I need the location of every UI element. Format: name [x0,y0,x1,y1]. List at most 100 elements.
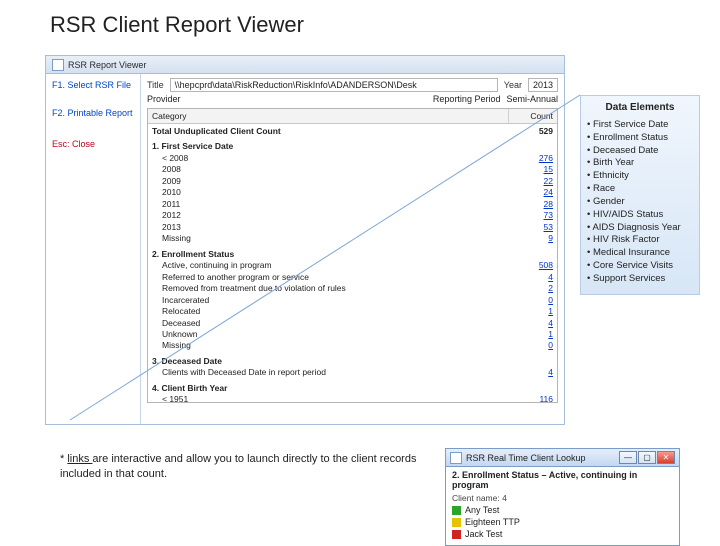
grid-category: Incarcerated [152,295,509,306]
grid-category: < 1951 [152,394,509,403]
grid-count-link [509,249,553,260]
grid-count-link[interactable]: 1 [509,306,553,317]
grid-count-link[interactable]: 508 [509,260,553,271]
data-element-item: HIV/AIDS Status [587,209,693,222]
data-element-item: Gender [587,196,693,209]
grid-category: Relocated [152,306,509,317]
grid-category: Missing [152,340,509,351]
grid-count-link[interactable]: 276 [509,153,553,164]
lookup-window-title: RSR Real Time Client Lookup [466,453,586,463]
year-label: Year [504,80,522,90]
client-row[interactable]: Jack Test [452,529,673,539]
client-row[interactable]: Eighteen TTP [452,517,673,527]
grid-category: 4. Client Birth Year [152,383,509,394]
grid-count-link[interactable]: 4 [509,367,553,378]
sidebar-printable-report[interactable]: F2. Printable Report [52,108,134,120]
period-label: Reporting Period [433,94,501,104]
grid-count-link[interactable]: 0 [509,295,553,306]
grid-count-link[interactable]: 0 [509,340,553,351]
client-row[interactable]: Any Test [452,505,673,515]
grid-count-link[interactable]: 4 [509,318,553,329]
grid-category: 2009 [152,176,509,187]
data-element-item: Core Service Visits [587,260,693,273]
grid-category: Removed from treatment due to violation … [152,283,509,294]
grid-category: 2011 [152,199,509,210]
client-name: Any Test [465,505,499,515]
grid-count-link[interactable]: 4 [509,272,553,283]
data-element-item: HIV Risk Factor [587,234,693,247]
data-elements-panel: Data Elements First Service DateEnrollme… [580,95,700,295]
sidebar-select-file[interactable]: F1. Select RSR File [52,80,134,92]
grid-count-link[interactable]: 53 [509,222,553,233]
grid-category: Total Unduplicated Client Count [152,126,509,137]
data-element-item: Support Services [587,273,693,286]
grid-category: < 2008 [152,153,509,164]
grid-count-link[interactable]: 73 [509,210,553,221]
footnote-link-word: links [67,453,92,465]
title-label: Title [147,80,164,90]
close-button[interactable]: ✕ [657,451,675,464]
maximize-button[interactable]: ▢ [638,451,656,464]
grid-count-link[interactable]: 22 [509,176,553,187]
grid-category: Active, continuing in program [152,260,509,271]
grid-count-link[interactable]: 1 [509,329,553,340]
col-header-category[interactable]: Category [148,109,509,123]
grid-category: 2. Enrollment Status [152,249,509,260]
grid-category: 2012 [152,210,509,221]
data-elements-title: Data Elements [587,102,693,113]
grid-category: 1. First Service Date [152,141,509,152]
lookup-field-label: Client name: 4 [452,493,673,503]
title-field[interactable]: \\hepcprd\data\RiskReduction\RiskInfo\AD… [170,78,498,92]
grid-category: 2013 [152,222,509,233]
grid-category: Missing [152,233,509,244]
status-square-icon [452,530,461,539]
viewer-titlebar[interactable]: RSR Report Viewer [46,56,564,74]
footnote: * links are interactive and allow you to… [60,452,430,482]
lookup-titlebar[interactable]: RSR Real Time Client Lookup — ▢ ✕ [446,449,679,467]
sidebar-close[interactable]: Esc: Close [52,139,134,151]
status-square-icon [452,518,461,527]
col-header-count[interactable]: Count [509,109,557,123]
year-field[interactable]: 2013 [528,78,558,92]
grid-category: 3. Deceased Date [152,356,509,367]
app-icon [450,452,462,464]
viewer-main: Title \\hepcprd\data\RiskReduction\RiskI… [141,74,564,424]
viewer-sidebar: F1. Select RSR File F2. Printable Report… [46,74,141,424]
grid-count-link [509,356,553,367]
grid-count-link [509,383,553,394]
provider-label: Provider [147,94,181,104]
grid-count-link[interactable]: 15 [509,164,553,175]
client-name: Jack Test [465,529,502,539]
rsr-report-viewer-window: RSR Report Viewer F1. Select RSR File F2… [45,55,565,425]
grid-count-link: 529 [509,126,553,137]
grid-category: Deceased [152,318,509,329]
client-name: Eighteen TTP [465,517,520,527]
grid-count-link[interactable]: 9 [509,233,553,244]
grid-count-link[interactable]: 24 [509,187,553,198]
slide-title: RSR Client Report Viewer [50,12,304,38]
window-title: RSR Report Viewer [68,60,146,70]
data-element-item: First Service Date [587,119,693,132]
grid-category: 2008 [152,164,509,175]
grid-count-link[interactable]: 28 [509,199,553,210]
data-element-item: AIDS Diagnosis Year [587,222,693,235]
data-element-item: Enrollment Status [587,132,693,145]
grid-category: Referred to another program or service [152,272,509,283]
data-element-item: Ethnicity [587,170,693,183]
grid-category: 2010 [152,187,509,198]
grid-count-link[interactable]: 2 [509,283,553,294]
grid-count-link [509,141,553,152]
grid-count-link[interactable]: 116 [509,394,553,403]
client-lookup-window: RSR Real Time Client Lookup — ▢ ✕ 2. Enr… [445,448,680,546]
data-element-item: Birth Year [587,157,693,170]
data-element-item: Race [587,183,693,196]
period-field[interactable]: Semi-Annual [506,94,558,104]
grid-category: Clients with Deceased Date in report per… [152,367,509,378]
lookup-header: 2. Enrollment Status – Active, continuin… [452,470,673,490]
minimize-button[interactable]: — [619,451,637,464]
status-square-icon [452,506,461,515]
grid-category: Unknown [152,329,509,340]
data-element-item: Deceased Date [587,145,693,158]
data-element-item: Medical Insurance [587,247,693,260]
app-icon [52,59,64,71]
